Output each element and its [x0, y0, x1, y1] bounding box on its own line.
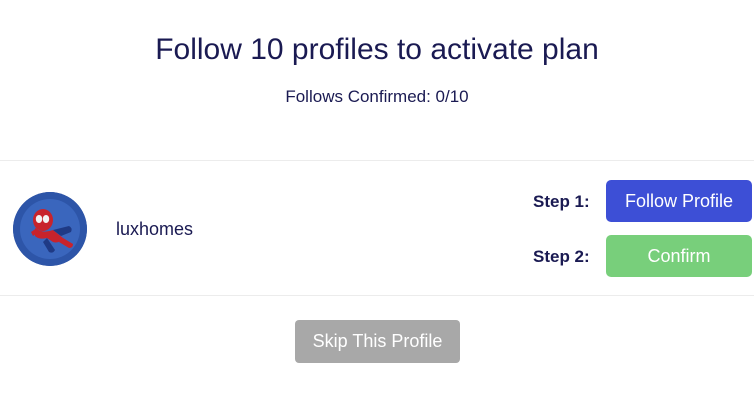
profile-username: luxhomes	[116, 219, 194, 239]
step1-label: Step 1:	[533, 192, 590, 211]
follow-profile-button[interactable]: Follow Profile	[606, 180, 752, 222]
spiderman-avatar-icon	[13, 192, 87, 266]
confirm-button[interactable]: Confirm	[606, 235, 752, 277]
profile-row: luxhomes Step 1: Follow Profile Step 2: …	[0, 160, 754, 296]
follow-activation-page: Follow 10 profiles to activate plan Foll…	[0, 0, 754, 419]
page-title: Follow 10 profiles to activate plan	[155, 33, 599, 66]
follows-confirmed-counter: Follows Confirmed: 0/10	[285, 87, 469, 106]
skip-profile-button[interactable]: Skip This Profile	[295, 320, 460, 363]
step2-label: Step 2:	[533, 247, 590, 266]
